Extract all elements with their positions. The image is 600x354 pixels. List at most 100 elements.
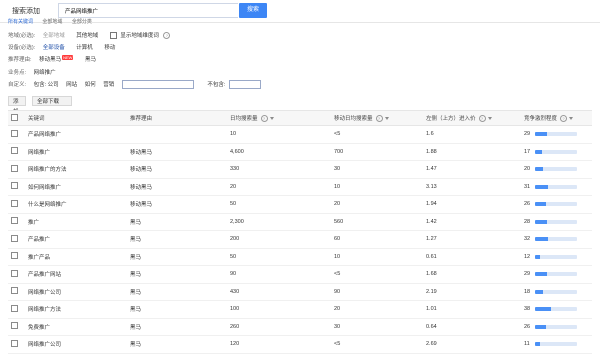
row-select[interactable] — [8, 182, 22, 191]
help-icon[interactable]: ? — [560, 115, 568, 122]
mobile-cell: 60 — [334, 236, 341, 243]
search-input[interactable] — [59, 4, 249, 17]
price-cell: 1.47 — [426, 166, 437, 173]
contains-option-how[interactable]: 如何 — [85, 80, 96, 88]
exclude-input[interactable] — [228, 80, 261, 90]
price-cell: 1.68 — [426, 271, 437, 278]
daily-cell: 120 — [230, 341, 240, 348]
row-select[interactable] — [8, 217, 22, 226]
row-checkbox[interactable] — [11, 199, 18, 207]
region-filter-row: 地域(必选): 全部地域 其他地域 显示地域维度词 ? — [8, 31, 171, 40]
recommend-option-darkhorse[interactable]: 黑马 — [85, 55, 96, 63]
row-select[interactable] — [8, 129, 22, 139]
select-all-checkbox[interactable] — [11, 113, 18, 121]
row-select[interactable] — [8, 234, 22, 244]
tab-all-categories[interactable]: 全部分类 — [72, 18, 92, 25]
row-checkbox[interactable] — [11, 322, 18, 330]
region-option-all[interactable]: 全部地域 — [43, 31, 65, 39]
device-option-all[interactable]: 全部设备 — [43, 43, 65, 51]
row-checkbox[interactable] — [11, 269, 18, 277]
header-price[interactable]: 左侧（上方）进入价? — [422, 114, 520, 122]
help-icon[interactable]: ? — [478, 115, 486, 122]
device-option-mobile[interactable]: 移动 — [104, 43, 115, 51]
row-select[interactable] — [8, 287, 22, 296]
header-select-all[interactable] — [8, 113, 22, 123]
sort-icon[interactable] — [269, 117, 274, 121]
competition-meter: 26 — [524, 201, 592, 207]
table-row[interactable]: 免费推广 黑马 260 30 0.64 26 — [8, 319, 592, 336]
competition-bar-fill — [535, 237, 549, 242]
row-checkbox[interactable] — [11, 252, 18, 260]
header-competition[interactable]: 竞争激烈程度? — [520, 114, 592, 122]
reason-cell: 移动黑马 — [130, 149, 153, 156]
row-select[interactable] — [8, 339, 22, 349]
tab-all-regions[interactable]: 全部地域 — [42, 18, 62, 25]
competition-cell: 31 — [520, 184, 592, 190]
help-icon[interactable]: ? — [375, 115, 383, 122]
download-all-button[interactable]: 全部下载 — [32, 96, 72, 106]
show-region-checkbox[interactable] — [109, 32, 117, 40]
row-checkbox[interactable] — [11, 339, 18, 347]
add-button[interactable]: 添加 — [8, 96, 26, 115]
help-icon[interactable]: ? — [163, 32, 171, 39]
contains-input[interactable] — [121, 80, 194, 90]
table-body: 产品网络推广 10 <5 1.6 29 网络推广 移动黑马 4,600 700 1.88 17 网络推… — [8, 126, 592, 354]
contains-option-marketing[interactable]: 营销 — [103, 80, 114, 88]
competition-cell: 29 — [520, 131, 592, 137]
row-select[interactable] — [8, 269, 22, 279]
table-row[interactable]: 如何网络推广 移动黑马 20 10 3.13 31 — [8, 179, 592, 196]
row-checkbox[interactable] — [11, 182, 18, 190]
row-select[interactable] — [8, 164, 22, 174]
row-select[interactable] — [8, 199, 22, 209]
competition-bar — [535, 149, 577, 154]
contains-option-company[interactable]: 公司 — [48, 80, 59, 88]
row-checkbox[interactable] — [11, 304, 18, 312]
header-daily[interactable]: 日均搜索量? — [226, 114, 330, 122]
search-field[interactable] — [58, 3, 249, 18]
help-icon[interactable]: ? — [260, 115, 268, 122]
keyword-cell: 免费推广 — [28, 324, 51, 331]
competition-meter: 26 — [524, 324, 592, 330]
recommend-option-mobile-darkhorse[interactable]: 移动黑马 NEW — [39, 55, 74, 63]
competition-bar-fill — [535, 149, 543, 154]
row-checkbox[interactable] — [11, 287, 18, 295]
tab-all-keywords[interactable]: 所有关键词 — [8, 18, 33, 25]
table-row[interactable]: 推广 黑马 2,300 560 1.42 28 — [8, 214, 592, 231]
table-row[interactable]: 什么是网络推广 移动黑马 50 20 1.94 26 — [8, 196, 592, 214]
contains-label: 包含: — [33, 82, 47, 88]
competition-bar — [535, 324, 577, 329]
business-value[interactable]: 网络推广 — [34, 68, 56, 76]
row-checkbox[interactable] — [11, 217, 18, 225]
table-row[interactable]: 网络推广公司 黑马 430 90 2.19 18 — [8, 284, 592, 301]
table-row[interactable]: 网络推广 移动黑马 4,600 700 1.88 17 — [8, 144, 592, 161]
table-row[interactable]: 网络推广公司 黑马 120 <5 2.69 11 — [8, 336, 592, 354]
competition-number: 32 — [524, 236, 531, 243]
sort-icon[interactable] — [384, 117, 389, 121]
mobile-cell: 30 — [334, 323, 341, 330]
price-cell: 1.42 — [426, 218, 437, 225]
table-row[interactable]: 产品推广网站 黑马 90 <5 1.68 29 — [8, 266, 592, 284]
keyword-cell: 产品网络推广 — [28, 132, 62, 139]
contains-option-website[interactable]: 网站 — [66, 80, 77, 88]
row-select[interactable] — [8, 147, 22, 156]
header-mobile[interactable]: 移动日均搜索量? — [330, 114, 422, 122]
row-select[interactable] — [8, 304, 22, 314]
row-select[interactable] — [8, 252, 22, 261]
sort-icon[interactable] — [487, 117, 492, 121]
device-option-computer[interactable]: 计算机 — [76, 43, 93, 51]
region-option-other[interactable]: 其他地域 — [76, 31, 98, 39]
reason-cell: 黑马 — [130, 237, 142, 244]
row-checkbox[interactable] — [11, 234, 18, 242]
row-select[interactable] — [8, 322, 22, 331]
table-row[interactable]: 产品网络推广 10 <5 1.6 29 — [8, 126, 592, 144]
row-checkbox[interactable] — [11, 164, 18, 172]
table-row[interactable]: 网络推广的方法 移动黑马 330 30 1.47 20 — [8, 161, 592, 179]
table-row[interactable]: 推广产品 黑马 50 10 0.61 12 — [8, 249, 592, 266]
table-row[interactable]: 产品推广 黑马 200 60 1.27 32 — [8, 231, 592, 249]
row-checkbox[interactable] — [11, 129, 18, 137]
sort-icon[interactable] — [569, 117, 574, 121]
row-checkbox[interactable] — [11, 147, 18, 155]
table-row[interactable]: 网络推广方法 黑马 100 20 1.01 38 — [8, 301, 592, 319]
search-button[interactable]: 搜索 — [239, 3, 267, 18]
price-cell: 1.27 — [426, 236, 437, 243]
